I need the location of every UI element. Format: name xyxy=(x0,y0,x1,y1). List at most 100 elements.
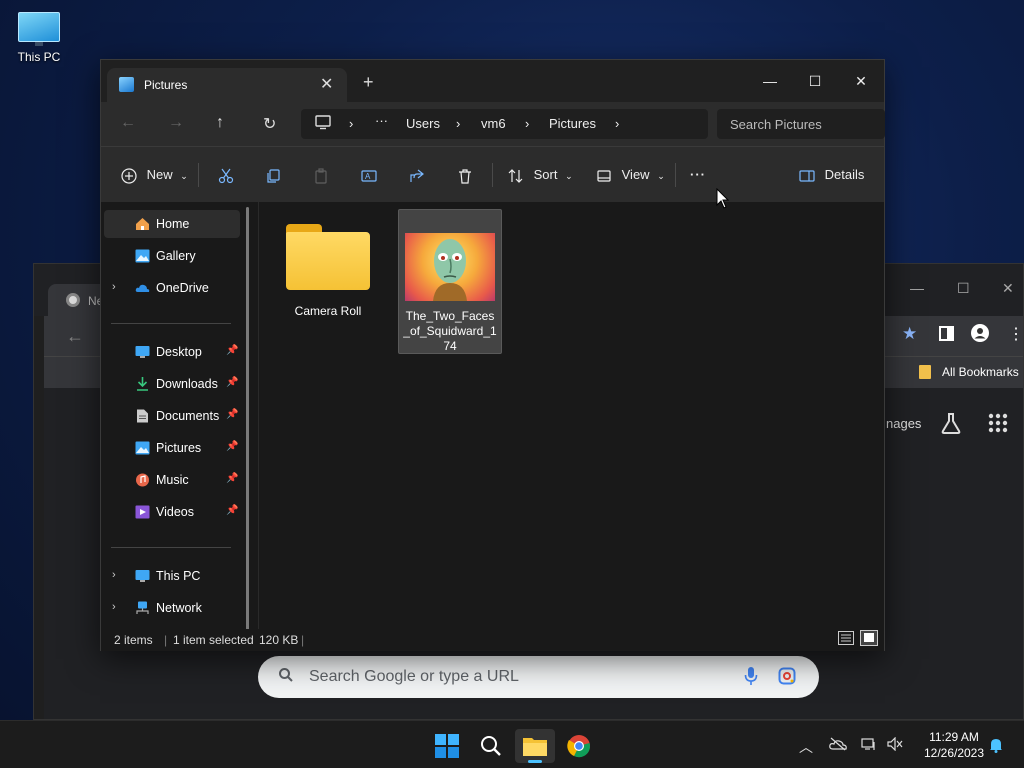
sidebar-item-documents[interactable]: Documents 📌 xyxy=(104,402,240,430)
apps-grid-icon[interactable] xyxy=(988,413,1008,436)
sidebar-item-downloads[interactable]: Downloads 📌 xyxy=(104,370,240,398)
chrome-close-icon[interactable]: ✕ xyxy=(1002,280,1014,297)
pictures-tab-icon xyxy=(119,77,134,92)
refresh-icon[interactable]: ↻ xyxy=(263,114,276,134)
chevron-right-icon[interactable]: › xyxy=(349,116,353,131)
address-bar[interactable]: › ··· Users › vm6 › Pictures › xyxy=(301,109,708,139)
minimize-button[interactable]: — xyxy=(750,66,790,96)
sidebar-item-home[interactable]: Home xyxy=(104,210,240,238)
details-view-icon[interactable] xyxy=(838,631,854,648)
pin-icon[interactable]: 📌 xyxy=(226,345,238,356)
google-lens-icon[interactable] xyxy=(778,667,796,685)
sort-label: Sort xyxy=(533,167,558,182)
chevron-down-icon: ⌄ xyxy=(565,171,573,181)
chrome-maximize-icon[interactable]: ☐ xyxy=(957,280,970,297)
expand-chevron-icon[interactable]: › xyxy=(112,569,116,581)
chrome-menu-icon[interactable]: ⋮ xyxy=(1008,324,1024,344)
taskbar-chrome[interactable] xyxy=(559,729,599,763)
voice-search-icon[interactable] xyxy=(744,666,758,686)
share-button[interactable] xyxy=(409,165,425,185)
expand-chevron-icon[interactable]: › xyxy=(112,281,116,293)
sidebar-item-gallery[interactable]: Gallery xyxy=(104,242,240,270)
search-box[interactable] xyxy=(717,109,885,139)
navigation-bar: ← → ↑ ↻ › ··· Users › vm6 › Pictures › xyxy=(101,102,885,146)
chevron-right-icon[interactable]: › xyxy=(456,116,460,131)
videos-icon xyxy=(135,505,150,519)
onedrive-offline-icon[interactable] xyxy=(829,737,847,754)
expand-chevron-icon[interactable]: › xyxy=(112,601,116,613)
google-search-bar[interactable]: Search Google or type a URL xyxy=(258,656,819,698)
chrome-minimize-icon[interactable]: — xyxy=(910,280,924,296)
network-status-icon[interactable] xyxy=(861,737,877,754)
back-icon[interactable]: ← xyxy=(120,114,136,132)
explorer-tab[interactable]: Pictures ✕ xyxy=(107,68,347,102)
file-item-image[interactable]: The_Two_Faces_of_Squidward_174 xyxy=(398,209,502,354)
pin-icon[interactable]: 📌 xyxy=(226,377,238,388)
chrome-back-icon[interactable]: ← xyxy=(66,326,84,347)
chrome-tab[interactable]: Ne xyxy=(48,284,108,316)
profile-icon[interactable] xyxy=(971,324,989,345)
close-button[interactable]: ✕ xyxy=(841,66,881,96)
sort-button[interactable]: Sort ⌄ xyxy=(508,165,573,185)
rename-button[interactable]: A xyxy=(361,165,377,185)
up-icon[interactable]: ↑ xyxy=(216,114,224,132)
sidebar-item-music[interactable]: Music 📌 xyxy=(104,466,240,494)
show-hidden-icons-chevron-icon[interactable]: ︿ xyxy=(799,737,813,757)
pin-icon[interactable]: 📌 xyxy=(226,505,238,516)
sidebar-item-onedrive[interactable]: › OneDrive xyxy=(104,274,240,302)
notification-bell-icon[interactable] xyxy=(988,737,1004,756)
new-tab-icon[interactable]: + xyxy=(363,72,374,93)
paste-button[interactable] xyxy=(313,165,329,185)
forward-icon[interactable]: → xyxy=(168,114,184,132)
chevron-right-icon[interactable]: › xyxy=(525,116,529,131)
close-tab-icon[interactable]: ✕ xyxy=(320,74,333,94)
command-bar: New ⌄ A Sort ⌄ View ⌄ ··· Details xyxy=(101,146,884,202)
sidebar-item-pictures[interactable]: Pictures 📌 xyxy=(104,434,240,462)
volume-muted-icon[interactable] xyxy=(887,736,903,754)
file-explorer-window[interactable]: Pictures ✕ + — ☐ ✕ ← → ↑ ↻ › ··· Users ›… xyxy=(100,59,885,651)
copy-button[interactable] xyxy=(265,165,281,185)
system-clock[interactable]: 11:29 AM 12/26/2023 xyxy=(912,729,996,761)
images-link[interactable]: nages xyxy=(886,416,921,431)
sidebar-item-network[interactable]: › Network xyxy=(104,594,240,622)
breadcrumb-vm6[interactable]: vm6 xyxy=(481,116,506,131)
details-button[interactable]: Details xyxy=(799,165,864,185)
sidebar-scrollbar[interactable] xyxy=(246,207,249,637)
labs-flask-icon[interactable] xyxy=(940,412,962,437)
desktop-icon-this-pc[interactable]: This PC xyxy=(8,8,70,64)
breadcrumb-pictures[interactable]: Pictures xyxy=(549,116,596,131)
chevron-right-icon[interactable]: › xyxy=(615,116,619,131)
file-list-area[interactable]: Camera Roll The_Two_Faces_of_Squidward_1… xyxy=(258,202,884,629)
delete-button[interactable] xyxy=(457,165,473,185)
details-label: Details xyxy=(824,167,865,182)
navigation-pane: Home Gallery › OneDrive Desktop 📌 Downlo… xyxy=(101,202,258,629)
taskbar-search-button[interactable] xyxy=(471,729,511,763)
pin-icon[interactable]: 📌 xyxy=(226,441,238,452)
bookmark-star-icon[interactable]: ★ xyxy=(902,324,917,344)
sidebar-item-this-pc[interactable]: › This PC xyxy=(104,562,240,590)
breadcrumb-users[interactable]: Users xyxy=(406,116,440,131)
taskbar-file-explorer[interactable] xyxy=(515,729,555,763)
view-button[interactable]: View ⌄ xyxy=(596,165,665,185)
file-item-camera-roll[interactable]: Camera Roll xyxy=(276,212,380,330)
large-icons-view-icon[interactable] xyxy=(860,630,878,649)
new-button[interactable]: New ⌄ xyxy=(121,165,188,185)
pc-icon xyxy=(315,115,331,133)
scissors-icon xyxy=(218,168,234,183)
sidepanel-icon[interactable] xyxy=(939,326,954,344)
pin-icon[interactable]: 📌 xyxy=(226,409,238,420)
sidebar-item-videos[interactable]: Videos 📌 xyxy=(104,498,240,526)
start-button[interactable] xyxy=(427,729,467,763)
clock-time: 11:29 AM xyxy=(929,730,979,744)
sidebar-item-desktop[interactable]: Desktop 📌 xyxy=(104,338,240,366)
cut-button[interactable] xyxy=(218,165,234,185)
copy-icon xyxy=(267,168,280,183)
pin-icon[interactable]: 📌 xyxy=(226,473,238,484)
all-bookmarks-link[interactable]: All Bookmarks xyxy=(942,365,1019,379)
share-icon xyxy=(410,169,424,182)
search-input[interactable] xyxy=(717,109,885,139)
maximize-button[interactable]: ☐ xyxy=(795,66,835,96)
overflow-icon[interactable]: ··· xyxy=(375,113,388,128)
network-icon xyxy=(136,601,149,614)
more-options-icon[interactable]: ··· xyxy=(690,165,706,185)
